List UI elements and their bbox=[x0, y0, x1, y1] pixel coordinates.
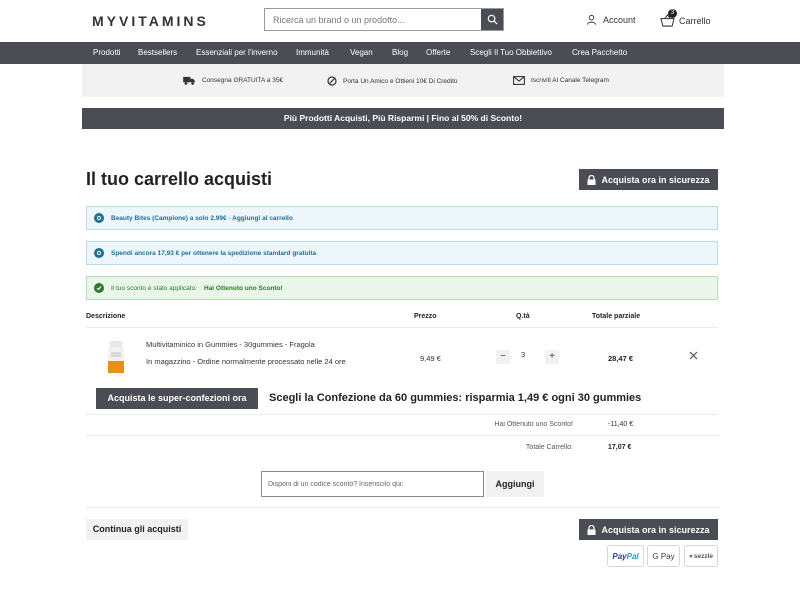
line-total: 28,47 € bbox=[608, 354, 634, 363]
benefits-bar: Consegna GRATUITA a 35€ Porta Un Amico e… bbox=[82, 64, 724, 97]
benefit-label: Consegna GRATUITA a 35€ bbox=[202, 77, 284, 84]
secure-checkout-label: Acquista ora in sicurezza bbox=[601, 174, 710, 185]
benefit-label: Iscriviti Al Canale Telegram bbox=[531, 77, 609, 84]
promo-banner[interactable]: Più Prodotti Acquisti, Più Risparmi | Fi… bbox=[82, 108, 724, 129]
nav-item-vegan[interactable]: Vegan bbox=[350, 48, 373, 57]
paypal-button[interactable]: Pay Pal bbox=[607, 545, 644, 567]
apply-discount-button[interactable]: Aggiungi bbox=[486, 471, 544, 497]
product-image[interactable] bbox=[106, 341, 126, 375]
cart-label: Carrello bbox=[679, 16, 711, 26]
discount-name: Hai Ottenuto uno Sconto! bbox=[204, 284, 283, 292]
secure-checkout-button-top[interactable]: Acquista ora in sicurezza bbox=[579, 169, 718, 190]
no-sign-icon bbox=[327, 76, 337, 86]
secure-checkout-button-bottom[interactable]: Acquista ora in sicurezza bbox=[579, 519, 718, 540]
summary-discount-value: -11,40 € bbox=[608, 421, 634, 428]
benefit-refer-friend[interactable]: Porta Un Amico e Ottieni 10€ Di Credito bbox=[327, 76, 458, 86]
divider bbox=[86, 414, 718, 415]
sezzle-icon: ● bbox=[688, 552, 693, 560]
gummies-jar-icon bbox=[108, 341, 124, 373]
notice-text: Il tuo sconto è stato applicato: bbox=[111, 284, 197, 292]
info-icon bbox=[94, 213, 104, 223]
divider bbox=[86, 327, 718, 328]
search-icon bbox=[487, 14, 498, 25]
header-description: Descrizione bbox=[86, 313, 126, 320]
mail-icon bbox=[513, 76, 525, 85]
product-price: 9,49 € bbox=[420, 354, 441, 363]
sezzle-button[interactable]: ● sezzle bbox=[684, 545, 718, 567]
page-title: Il tuo carrello acquisti bbox=[86, 169, 273, 189]
main-nav: Prodotti Bestsellers Essenziali per l'in… bbox=[0, 42, 800, 64]
close-icon bbox=[689, 351, 698, 360]
account-label: Account bbox=[603, 14, 636, 25]
nav-item-offers[interactable]: Offerte bbox=[426, 48, 450, 57]
product-stock-status: In magazzino - Ordine normalmente proces… bbox=[146, 357, 346, 366]
lock-icon bbox=[587, 524, 596, 535]
nav-item-blog[interactable]: Blog bbox=[392, 48, 408, 57]
notice-text: Spendi ancora 17,93 € per ottenere la sp… bbox=[111, 249, 317, 257]
header-price: Prezzo bbox=[414, 313, 437, 320]
quantity-increase-button[interactable]: + bbox=[545, 350, 559, 364]
info-icon bbox=[94, 248, 104, 258]
discount-code-input[interactable] bbox=[261, 471, 484, 497]
nav-item-immunity[interactable]: Immunità bbox=[296, 48, 329, 57]
nav-item-bestsellers[interactable]: Bestsellers bbox=[138, 48, 177, 57]
benefit-label: Porta Un Amico e Ottieni 10€ Di Credito bbox=[343, 77, 458, 85]
summary-discount-label: Hai Ottenuto uno Sconto! bbox=[494, 421, 573, 428]
quantity-value[interactable]: 3 bbox=[521, 350, 525, 359]
summary-total-label: Totale Carrello: bbox=[525, 444, 573, 451]
secure-checkout-label: Acquista ora in sicurezza bbox=[601, 524, 710, 535]
sezzle-label: sezzle bbox=[693, 552, 714, 560]
benefit-telegram[interactable]: Iscriviti Al Canale Telegram bbox=[513, 76, 609, 85]
continue-shopping-button[interactable]: Continua gli acquisti bbox=[86, 519, 188, 540]
quantity-decrease-button[interactable]: − bbox=[496, 350, 510, 364]
truck-icon bbox=[183, 76, 195, 85]
user-icon bbox=[586, 14, 597, 25]
nav-item-winter[interactable]: Essenziali per l'inverno bbox=[196, 48, 278, 57]
lock-icon bbox=[587, 174, 596, 185]
divider bbox=[86, 435, 718, 436]
notice-free-shipping: Spendi ancora 17,93 € per ottenere la sp… bbox=[86, 241, 718, 265]
account-link[interactable]: Account bbox=[586, 14, 636, 25]
header-quantity: Q.tà bbox=[516, 313, 530, 320]
bundle-offer-button[interactable]: Acquista le super-confezioni ora bbox=[96, 388, 258, 409]
bundle-offer-text: Scegli la Confezione da 60 gummies: risp… bbox=[269, 392, 642, 404]
paypal-logo-pal: Pal bbox=[626, 551, 639, 561]
header-subtotal: Totale parziale bbox=[592, 313, 641, 320]
site-header: MYVITAMINS Account 3 Carrello bbox=[0, 0, 800, 42]
benefit-free-shipping[interactable]: Consegna GRATUITA a 35€ bbox=[183, 76, 283, 85]
search-input[interactable] bbox=[265, 9, 481, 30]
cart-icon-wrap: 3 bbox=[660, 9, 677, 28]
nav-item-bundle[interactable]: Crea Pacchetto bbox=[572, 48, 627, 57]
notice-discount-applied: Il tuo sconto è stato applicato: Hai Ott… bbox=[86, 276, 718, 300]
cart-link[interactable]: 3 Carrello bbox=[660, 9, 711, 28]
site-logo[interactable]: MYVITAMINS bbox=[92, 13, 209, 29]
search-bar bbox=[264, 8, 504, 31]
check-icon bbox=[94, 283, 104, 293]
search-button[interactable] bbox=[481, 9, 503, 30]
cart-count-badge: 3 bbox=[668, 9, 677, 18]
divider bbox=[86, 507, 718, 508]
nav-item-goals[interactable]: Scegli Il Tuo Obbiettivo bbox=[470, 48, 552, 57]
notice-sample-offer[interactable]: Beauty Bites (Campione) a solo 2.99€ - A… bbox=[86, 206, 718, 230]
paypal-logo-pay: Pay bbox=[612, 551, 627, 561]
summary-total-value: 17,07 € bbox=[608, 444, 632, 451]
product-name[interactable]: Multivitaminico in Gummies - 30gummies -… bbox=[146, 340, 315, 349]
notice-text: Beauty Bites (Campione) a solo 2.99€ - A… bbox=[111, 214, 293, 222]
nav-item-prodotti[interactable]: Prodotti bbox=[93, 48, 121, 57]
remove-item-button[interactable] bbox=[689, 351, 698, 363]
google-pay-button[interactable]: G Pay bbox=[647, 545, 680, 567]
